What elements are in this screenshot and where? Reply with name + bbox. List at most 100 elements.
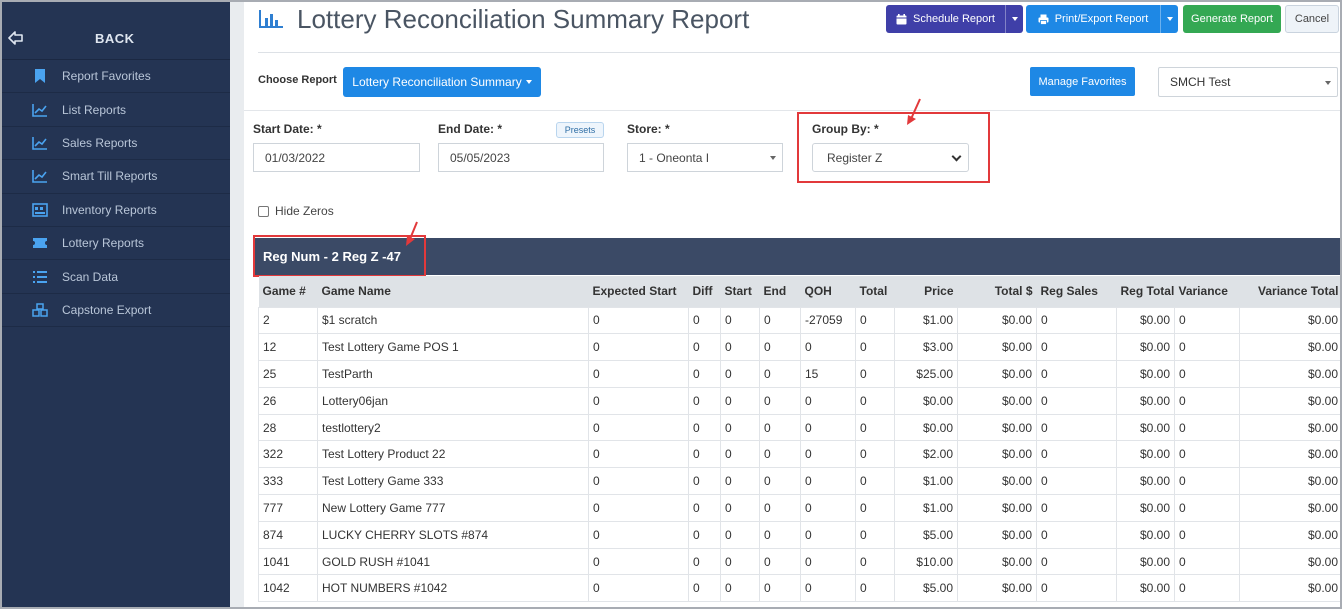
sidebar-item-sales-reports[interactable]: Sales Reports [0,127,230,161]
manage-favorites-label: Manage Favorites [1038,75,1127,88]
table-cell: 0 [1174,494,1240,522]
sidebar-item-scan-data[interactable]: Scan Data [0,260,230,294]
column-header[interactable]: Reg Total [1116,276,1175,307]
column-header[interactable]: Variance [1174,276,1240,307]
hide-zeros-checkbox[interactable] [258,206,269,217]
table-cell: $0.00 [957,333,1037,362]
schedule-report-button[interactable]: Schedule Report [886,5,1023,33]
sidebar-item-capstone-export[interactable]: Capstone Export [0,294,230,328]
end-date-input[interactable]: 05/05/2023 [438,143,604,172]
sidebar-item-inventory-reports[interactable]: Inventory Reports [0,194,230,227]
store-group-select[interactable]: SMCH Test [1158,67,1338,97]
column-header[interactable]: Total [855,276,895,307]
table-cell: 1041 [258,547,318,576]
table-cell: 0 [688,547,721,576]
manage-favorites-button[interactable]: Manage Favorites [1030,67,1135,96]
store-group-value: SMCH Test [1170,75,1231,89]
column-header[interactable]: Diff [688,276,721,307]
column-header[interactable]: Total $ [957,276,1037,307]
table-cell: 0 [855,413,895,442]
table-cell: $0.00 [1239,306,1342,335]
calendar-icon [896,13,907,24]
table-cell: $0.00 [957,494,1037,522]
table-cell: 0 [1174,440,1240,469]
sidebar-item-list-reports[interactable]: List Reports [0,93,230,127]
table-cell: 0 [720,360,760,388]
column-header[interactable]: Game Name [317,276,589,307]
report-select[interactable]: Lottery Reconciliation Summary [343,67,541,97]
caret-down-icon [525,80,532,84]
presets-button[interactable]: Presets [556,122,604,138]
table-cell: $0.00 [1239,520,1342,549]
table-row: 12 Test Lottery Game POS 1 0 0 0 0 0 0 $3.00 $0.0… [258,333,1342,362]
table-cell: 12 [258,333,318,362]
table-cell: 0 [588,547,689,576]
sidebar-item-report-favorites[interactable]: Report Favorites [0,60,230,94]
table-row: 322 Test Lottery Product 22 0 0 0 0 0 0 $2.00 $0.… [258,440,1342,469]
table-cell: $5.00 [894,520,958,549]
generate-report-button[interactable]: Generate Report [1183,5,1281,33]
table-cell: $0.00 [1239,574,1342,603]
table-cell: 322 [258,440,318,469]
table-cell: 0 [1174,306,1240,335]
table-cell: 0 [1036,494,1117,522]
column-header[interactable]: Price [894,276,958,307]
table-row: 2 $1 scratch 0 0 0 0 -27059 0 $1.00 $0.00 0 $0.00 0 $… [258,306,1342,335]
filter-panel [244,110,1342,238]
table-cell: 0 [1174,413,1240,442]
store-label: Store: * [627,122,670,136]
table-cell: 0 [688,360,721,388]
table-cell: 0 [759,360,801,388]
print-export-button[interactable]: Print/Export Report [1026,5,1178,33]
table-cell: 0 [800,520,856,549]
table-cell: 0 [688,306,721,335]
table-cell: $0.00 [957,386,1037,415]
back-button[interactable]: BACK [0,0,230,60]
sidebar-item-smart-till-reports[interactable]: Smart Till Reports [0,160,230,194]
table-cell: 0 [855,494,895,522]
table-cell: -27059 [800,306,856,335]
table-cell: 0 [1036,520,1117,549]
start-date-value: 01/03/2022 [265,150,326,165]
table-cell: 333 [258,467,318,496]
sidebar-item-label: Report Favorites [62,69,151,84]
sidebar-item-lottery-reports[interactable]: Lottery Reports [0,227,230,261]
column-header[interactable]: Expected Start [588,276,689,307]
table-cell: $0.00 [1239,386,1342,415]
store-select[interactable]: 1 - Oneonta I [627,143,783,172]
table-cell: 0 [688,467,721,496]
cancel-button[interactable]: Cancel [1285,5,1339,33]
table-cell: 0 [588,306,689,335]
table-cell: 0 [855,467,895,496]
table-cell: HOT NUMBERS #1042 [317,574,589,603]
column-header[interactable]: QOH [800,276,856,307]
table-cell: 0 [759,333,801,362]
ticket-icon [32,235,48,251]
table-cell: Lottery06jan [317,386,589,415]
sidebar-item-label: Inventory Reports [62,202,157,217]
line-chart-icon [32,102,48,118]
sidebar-item-label: Capstone Export [62,302,152,317]
column-header[interactable]: Variance Total [1239,276,1342,307]
table-cell: 0 [855,520,895,549]
sidebar-item-label: Sales Reports [62,135,138,150]
report-table: Game # Game Name Expected Start Diff Start En… [258,276,1342,603]
line-chart-icon [32,135,48,151]
table-cell: 0 [800,494,856,522]
choose-report-label: Choose Report [258,74,337,86]
column-header[interactable]: Reg Sales [1036,276,1117,307]
table-cell: 0 [1036,547,1117,576]
cancel-label: Cancel [1294,13,1330,25]
start-date-input[interactable]: 01/03/2022 [253,143,420,172]
list-icon [32,269,48,285]
column-header[interactable]: Game # [258,276,318,307]
column-header[interactable]: End [759,276,801,307]
table-cell: $0.00 [957,440,1037,469]
table-cell: $0.00 [957,574,1037,603]
schedule-report-dropdown[interactable] [1005,5,1023,33]
table-cell: 0 [1174,386,1240,415]
column-header[interactable]: Start [720,276,760,307]
table-cell: 0 [855,386,895,415]
table-cell: $0.00 [894,413,958,442]
print-export-dropdown[interactable] [1160,5,1178,33]
